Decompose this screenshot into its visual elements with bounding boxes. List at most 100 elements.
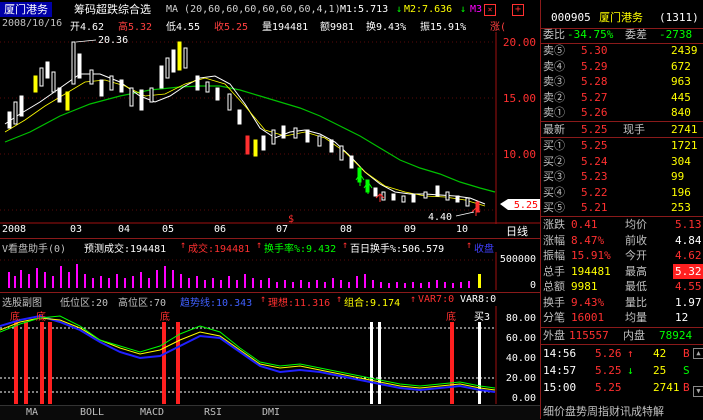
footer-tabs-text[interactable]: 细价盘势周指财讯成特解: [543, 404, 664, 419]
m1-arrow: ↓: [396, 4, 403, 15]
add-icon[interactable]: +: [512, 4, 524, 16]
buy-orders: 买① 5.25 1721 买② 5.24 304 买③ 5.23 99 买④ 5.22 196 买⑤ 5.…: [541, 138, 703, 216]
price-chart[interactable]: 20.00 15.00 10.00 5.25 20.36 4.40 $: [0, 32, 540, 224]
sell-order-row: 卖④ 5.29 672: [541, 59, 703, 74]
current-price-tag: 5.25: [514, 200, 538, 211]
buy-volume: 99: [671, 170, 685, 183]
buy-level-label: 买②: [543, 154, 565, 168]
stat-label: 最低: [625, 280, 647, 293]
stat-row: 分笔 16001 均量 12: [541, 310, 703, 325]
chart-area[interactable]: 厦门港务 筹码超跌综合选 MA (20,60,60,60,60,60,60,4,…: [0, 0, 540, 405]
buy-order-row: 买④ 5.22 196: [541, 185, 703, 200]
tab-ma[interactable]: MA: [26, 407, 38, 418]
sell-level-label: 卖③: [543, 75, 565, 88]
sell-level-label: 卖②: [543, 90, 565, 104]
volume-axis-label: 0: [530, 280, 536, 290]
sell-price: 5.26: [581, 106, 608, 119]
indicator-chart[interactable]: 80.00 60.00 40.00 20.00 0.00 底 底 底 底 买3: [0, 306, 540, 404]
tick-volume: 2741: [653, 381, 680, 394]
buy-level-label: 买④: [543, 185, 565, 199]
scroll-down-icon[interactable]: ▼: [693, 386, 703, 397]
sell-order-row: 卖⑤ 5.30 2439: [541, 43, 703, 58]
outer-label: 外盘: [543, 329, 565, 342]
stat-label: 分笔: [543, 311, 565, 324]
stat-value: 16001: [571, 311, 605, 324]
tick-side: B: [683, 381, 690, 394]
volume-chart[interactable]: 500000 0: [0, 252, 540, 290]
buy-price: 5.23: [581, 170, 608, 183]
var8-value: VAR8:0: [460, 294, 497, 305]
order-ratio-label: 委比: [543, 28, 565, 41]
stat-value: 9981: [571, 280, 598, 293]
tick-price: 5.25: [595, 364, 622, 377]
quote-footer-tabs[interactable]: 细价盘势周指财讯成特解: [541, 404, 703, 419]
latest-value: 5.25: [581, 123, 608, 136]
tick-time: 14:56: [543, 347, 577, 360]
sell-volume: 840: [671, 106, 691, 119]
volume-arrow: ↑: [342, 240, 349, 251]
buy-volume: 253: [671, 201, 691, 214]
quote-stock-name: 厦门港务: [599, 11, 643, 24]
bottom-label: 底: [36, 310, 46, 323]
tick-arrow: ↑: [627, 347, 634, 360]
close-icon[interactable]: ×: [484, 4, 496, 16]
indicator-axis-label: 0.00: [512, 393, 536, 404]
buy-order-row: 买② 5.24 304: [541, 154, 703, 169]
stat-label: 均量: [625, 311, 647, 324]
tick-arrow: ↓: [627, 364, 634, 377]
buy-level-label: 买③: [543, 170, 565, 183]
trend-line: [0, 314, 496, 393]
sell-order-row: 卖② 5.27 445: [541, 90, 703, 105]
bottom-label: 底: [10, 310, 20, 323]
time-axis: 2008 03 04 05 06 07 08 09 10 日线: [0, 223, 540, 239]
tab-boll[interactable]: BOLL: [80, 407, 104, 418]
stat-value: 9.43%: [571, 295, 605, 309]
stat-label: 最高: [625, 264, 647, 278]
stat-value: 194481: [571, 264, 611, 278]
bar-close: 收5.25: [214, 22, 249, 33]
quote-panel: 000905 厦门港务 (1311) 委比 -34.75% 委差 -2738 卖…: [540, 0, 703, 419]
stat-label: 均价: [625, 218, 647, 231]
inner-label: 内盘: [623, 329, 645, 342]
stat-value: 4.84: [675, 233, 702, 247]
stock-name-tab[interactable]: 厦门港务: [0, 2, 52, 17]
now-hand-value: 2741: [671, 123, 698, 136]
tab-macd[interactable]: MACD: [140, 407, 164, 418]
scroll-up-icon[interactable]: ▲: [693, 348, 703, 359]
volume-panel-header: V看盘助手(0) 预测成交:194481 ↑ 成交:194481 ↑ 换手率%:…: [0, 238, 540, 255]
sell-price: 5.28: [581, 75, 608, 88]
ideal-line: [0, 317, 496, 391]
price-axis-label: 20.00: [503, 36, 536, 49]
stat-label: 总额: [543, 280, 565, 293]
stat-label: 今开: [625, 249, 647, 262]
time-axis-label: 05: [162, 224, 175, 235]
tick-time: 14:57: [543, 364, 577, 377]
volume-axis-label: 500000: [500, 254, 536, 265]
buy-price: 5.21: [581, 201, 608, 214]
bar-volume: 量194481: [262, 22, 309, 33]
stat-label: 振幅: [543, 249, 565, 262]
indicator-axis-label: 60.00: [506, 333, 536, 344]
period-label[interactable]: 日线: [506, 223, 528, 239]
tick-volume: 25: [653, 364, 667, 377]
stat-label: 涨幅: [543, 233, 565, 247]
signal-marker: $: [288, 214, 294, 224]
stat-row: 总额 9981 最低 4.55: [541, 279, 703, 294]
stat-value: 1.97: [675, 295, 702, 309]
outer-value: 115557: [569, 329, 609, 342]
buy-label: 买3: [474, 311, 490, 323]
buy-price: 5.22: [581, 185, 608, 199]
sell-order-row: 卖① 5.26 840: [541, 105, 703, 120]
stat-value: 5.13: [675, 218, 702, 231]
indicator-name[interactable]: 筹码超跌综合选: [74, 2, 151, 17]
ma-params: MA (20,60,60,60,60,60,60,4,1): [166, 4, 341, 15]
sell-volume: 672: [671, 59, 691, 73]
tick-list[interactable]: 14:56 5.26 ↑ 42 B 14:57 5.25 ↓ 25 S 15:00 5.25 2741 B: [541, 346, 703, 398]
bar-high: 高5.32: [118, 22, 153, 33]
time-axis-label: 04: [118, 224, 131, 235]
outer-inner-row: 外盘 115557 内盘 78924: [541, 328, 703, 343]
buy-price: 5.24: [581, 154, 608, 168]
tab-rsi[interactable]: RSI: [204, 407, 222, 418]
stat-value: 5.32: [673, 263, 703, 279]
tab-dmi[interactable]: DMI: [262, 407, 280, 418]
